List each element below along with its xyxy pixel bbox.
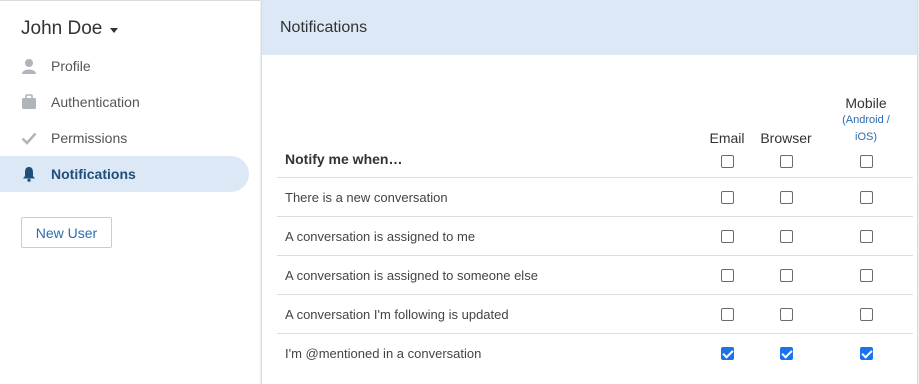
table-row: There is a new conversation <box>277 178 913 217</box>
row-label: A conversation is assigned to me <box>285 228 476 244</box>
row-label: A conversation I'm following is updated <box>285 306 509 322</box>
row-label: I'm @mentioned in a conversation <box>285 346 482 361</box>
email-checkbox[interactable] <box>721 230 734 243</box>
email-checkbox[interactable] <box>721 347 734 360</box>
sidebar-item-label: Permissions <box>51 130 128 146</box>
notifications-panel: Notifications Notify me when… Email Brow… <box>261 0 918 384</box>
user-menu[interactable]: John Doe <box>21 18 119 40</box>
sidebar-item-profile[interactable]: Profile <box>0 48 249 84</box>
email-checkbox[interactable] <box>721 269 734 282</box>
mobile-checkbox[interactable] <box>860 308 873 321</box>
user-name: John Doe <box>21 18 103 39</box>
mobile-checkbox[interactable] <box>860 191 873 204</box>
checkmark-icon <box>21 130 37 146</box>
select-all-browser-checkbox[interactable] <box>780 155 793 168</box>
column-subtitle: (Android / <box>842 114 890 126</box>
table-header: Notify me when… Email Browser Mobile (An… <box>277 55 913 178</box>
sidebar: John Doe Profile Authentication Permissi… <box>0 0 260 384</box>
notify-me-label: Notify me when… <box>285 151 403 167</box>
sidebar-item-label: Authentication <box>51 94 140 110</box>
mobile-checkbox[interactable] <box>860 347 873 360</box>
page-title: Notifications <box>262 0 917 55</box>
email-checkbox[interactable] <box>721 191 734 204</box>
sidebar-nav: Profile Authentication Permissions Notif… <box>0 48 249 192</box>
notifications-table: Notify me when… Email Browser Mobile (An… <box>277 55 913 373</box>
sidebar-item-notifications[interactable]: Notifications <box>0 156 249 192</box>
sidebar-item-label: Notifications <box>51 166 136 182</box>
column-title: Email <box>709 130 745 146</box>
new-user-button[interactable]: New User <box>21 217 112 248</box>
sidebar-item-permissions[interactable]: Permissions <box>0 120 249 156</box>
table-row: I'm @mentioned in a conversation <box>277 334 913 373</box>
table-row: A conversation I'm following is updated <box>277 295 913 334</box>
row-label: There is a new conversation <box>285 189 448 205</box>
sidebar-item-label: Profile <box>51 58 91 74</box>
column-email: Email <box>707 129 747 147</box>
row-label: A conversation is assigned to someone el… <box>285 267 538 283</box>
bell-icon <box>21 166 37 182</box>
mobile-checkbox[interactable] <box>860 230 873 243</box>
browser-checkbox[interactable] <box>780 230 793 243</box>
select-all-mobile-checkbox[interactable] <box>860 155 873 168</box>
mobile-checkbox[interactable] <box>860 269 873 282</box>
browser-checkbox[interactable] <box>780 308 793 321</box>
browser-checkbox[interactable] <box>780 269 793 282</box>
column-browser: Browser <box>756 129 816 147</box>
sidebar-item-authentication[interactable]: Authentication <box>0 84 249 120</box>
browser-checkbox[interactable] <box>780 347 793 360</box>
column-subtitle: iOS) <box>855 131 877 143</box>
column-title: Browser <box>760 130 812 146</box>
column-mobile: Mobile (Android / iOS) <box>836 94 896 146</box>
caret-down-icon <box>110 27 119 33</box>
table-row: A conversation is assigned to me <box>277 217 913 256</box>
person-icon <box>21 58 37 74</box>
table-row: A conversation is assigned to someone el… <box>277 256 913 295</box>
email-checkbox[interactable] <box>721 308 734 321</box>
select-all-email-checkbox[interactable] <box>721 155 734 168</box>
briefcase-icon <box>21 94 37 110</box>
browser-checkbox[interactable] <box>780 191 793 204</box>
column-title: Mobile <box>845 95 887 111</box>
